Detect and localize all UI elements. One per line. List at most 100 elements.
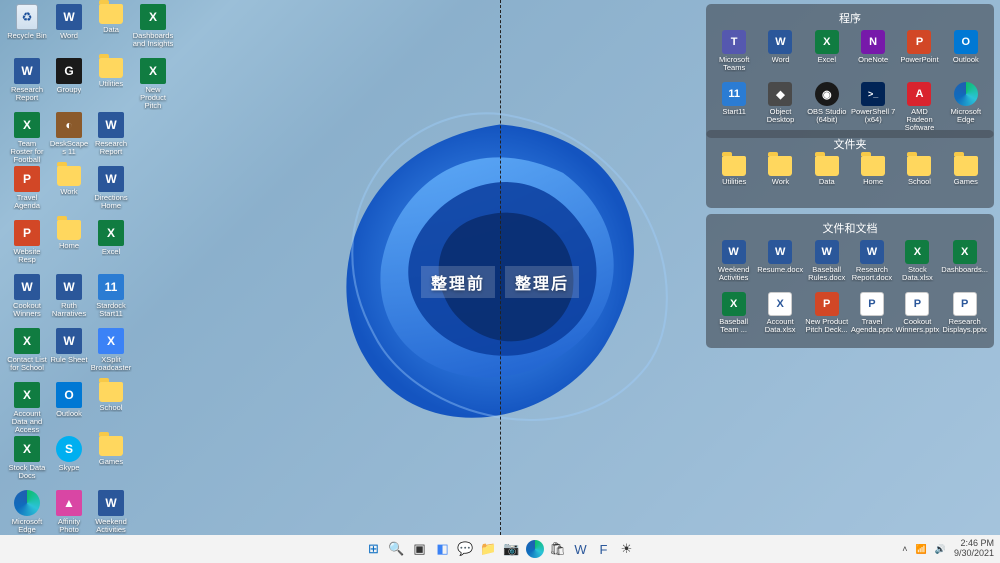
- desktop-icon[interactable]: Data: [90, 4, 132, 58]
- search-icon[interactable]: 🔍: [387, 539, 407, 559]
- desktop-icon[interactable]: ◐DeskScapes 11: [48, 112, 90, 166]
- fence-programs[interactable]: 程序 TMicrosoft TeamsWWordXExcelNOneNotePP…: [706, 4, 994, 138]
- desktop-icon[interactable]: PWebsite Resp: [6, 220, 48, 274]
- network-icon[interactable]: 📶: [916, 544, 927, 555]
- desktop-icon[interactable]: PTravel Agenda: [6, 166, 48, 220]
- fence-item[interactable]: >_PowerShell 7 (x64): [851, 82, 895, 132]
- fence-item[interactable]: PNew Product Pitch Deck...: [805, 292, 848, 342]
- fence-item[interactable]: Data: [805, 156, 849, 202]
- icon-label: Excel: [102, 248, 120, 256]
- volume-icon[interactable]: 🔊: [935, 544, 946, 555]
- desktop-icon[interactable]: WResearch Report: [90, 112, 132, 166]
- item-label: Utilities: [722, 178, 746, 186]
- fence-item[interactable]: TMicrosoft Teams: [712, 30, 756, 80]
- desktop-icon[interactable]: WCookout Winners: [6, 274, 48, 328]
- desktop-icon[interactable]: XAccount Data and Access: [6, 382, 48, 436]
- word-icon: W: [860, 240, 884, 264]
- desktop-icon[interactable]: SSkype: [48, 436, 90, 490]
- item-label: Data: [819, 178, 835, 186]
- explorer-icon[interactable]: 📁: [479, 539, 499, 559]
- fence-item[interactable]: 11Start11: [712, 82, 756, 132]
- desktop-icon[interactable]: Work: [48, 166, 90, 220]
- desktop-icon[interactable]: School: [90, 382, 132, 436]
- desktop-icon[interactable]: XStock Data Docs: [6, 436, 48, 490]
- obs-icon: ◉: [815, 82, 839, 106]
- clock[interactable]: 2:46 PM 9/30/2021: [954, 539, 994, 559]
- fence-item[interactable]: PCookout Winners.pptx: [896, 292, 940, 342]
- item-label: Travel Agenda.pptx: [850, 318, 893, 334]
- icon-label: School: [100, 404, 123, 412]
- fence-item[interactable]: PPowerPoint: [897, 30, 941, 80]
- desktop-icon[interactable]: XExcel: [90, 220, 132, 274]
- icon-label: Team Roster for Football: [6, 140, 48, 164]
- fence-folders[interactable]: 文件夹 UtilitiesWorkDataHomeSchoolGames: [706, 130, 994, 208]
- icon-label: Account Data and Access: [6, 410, 48, 434]
- system-tray[interactable]: ˄ 📶 🔊 2:46 PM 9/30/2021: [902, 539, 994, 559]
- fence-item[interactable]: WWord: [758, 30, 802, 80]
- fence-item[interactable]: XBaseball Team ...: [712, 292, 755, 342]
- desktop-icon[interactable]: Home: [48, 220, 90, 274]
- item-label: Microsoft Edge: [944, 108, 988, 124]
- desktop-icon[interactable]: GGroupy: [48, 58, 90, 112]
- desktop-icon[interactable]: XXSplit Broadcaster: [90, 328, 132, 382]
- item-label: Resume.docx: [757, 266, 803, 274]
- taskview-icon[interactable]: ▣: [410, 539, 430, 559]
- camera-icon[interactable]: 📷: [502, 539, 522, 559]
- fence-item[interactable]: AAMD Radeon Software: [897, 82, 941, 132]
- skype-icon: S: [56, 436, 82, 462]
- excel-icon: X: [14, 382, 40, 408]
- fence-item[interactable]: PResearch Displays.pptx: [941, 292, 988, 342]
- weather-icon[interactable]: ☀: [617, 539, 637, 559]
- fence-item[interactable]: XDashboards...: [941, 240, 988, 290]
- fence-item[interactable]: Work: [758, 156, 802, 202]
- fence-item[interactable]: WResearch Report.docx: [850, 240, 893, 290]
- desktop-icon[interactable]: Games: [90, 436, 132, 490]
- excel-icon: X: [140, 4, 166, 30]
- tray-chevron-icon[interactable]: ˄: [902, 544, 907, 554]
- word-icon[interactable]: W: [571, 539, 591, 559]
- desktop-icon[interactable]: XDashboards and Insights: [132, 4, 174, 58]
- start-icon[interactable]: ⊞: [364, 539, 384, 559]
- fence-item[interactable]: ◉OBS Studio (64bit): [805, 82, 849, 132]
- fence-item[interactable]: School: [897, 156, 941, 202]
- store-icon[interactable]: 🛍: [548, 539, 568, 559]
- desktop-icon[interactable]: WWord: [48, 4, 90, 58]
- folder-icon: [768, 156, 792, 176]
- fence-item[interactable]: WBaseball Rules.docx: [805, 240, 848, 290]
- item-label: Outlook: [953, 56, 979, 64]
- fence-item[interactable]: Games: [944, 156, 988, 202]
- desktop-icon[interactable]: WDirections Home: [90, 166, 132, 220]
- desktop-icon[interactable]: WResearch Report: [6, 58, 48, 112]
- fence-item[interactable]: Utilities: [712, 156, 756, 202]
- fence-item[interactable]: XAccount Data.xlsx: [757, 292, 803, 342]
- fence-item[interactable]: NOneNote: [851, 30, 895, 80]
- fence-item[interactable]: ◆Object Desktop: [758, 82, 802, 132]
- fence-item[interactable]: Home: [851, 156, 895, 202]
- fence-item[interactable]: WWeekend Activities: [712, 240, 755, 290]
- desktop-icon[interactable]: XNew Product Pitch: [132, 58, 174, 112]
- chat-icon[interactable]: 💬: [456, 539, 476, 559]
- desktop-icon[interactable]: WRuth Narratives: [48, 274, 90, 328]
- icon-label: Stock Data Docs: [6, 464, 48, 480]
- fence-item[interactable]: PTravel Agenda.pptx: [850, 292, 893, 342]
- fence-item[interactable]: XExcel: [805, 30, 849, 80]
- desktop-icon[interactable]: XContact List for School: [6, 328, 48, 382]
- desktop-icon[interactable]: Utilities: [90, 58, 132, 112]
- ppt-paper-icon: P: [905, 292, 929, 316]
- fence-docs[interactable]: 文件和文档 WWeekend ActivitiesWResume.docxWBa…: [706, 214, 994, 348]
- fences-icon[interactable]: F: [594, 539, 614, 559]
- widgets-icon[interactable]: ◧: [433, 539, 453, 559]
- desktop-icon[interactable]: OOutlook: [48, 382, 90, 436]
- fence-item[interactable]: WResume.docx: [757, 240, 803, 290]
- deskscapes-icon: ◐: [56, 112, 82, 138]
- desktop-icon[interactable]: XTeam Roster for Football: [6, 112, 48, 166]
- desktop-icon[interactable]: ♻Recycle Bin: [6, 4, 48, 58]
- excel-paper-icon: X: [768, 292, 792, 316]
- desktop-icon[interactable]: WRule Sheet: [48, 328, 90, 382]
- icon-label: New Product Pitch: [132, 86, 174, 110]
- fence-item[interactable]: Microsoft Edge: [944, 82, 988, 132]
- edge-icon[interactable]: [525, 539, 545, 559]
- fence-item[interactable]: OOutlook: [944, 30, 988, 80]
- fence-item[interactable]: XStock Data.xlsx: [896, 240, 940, 290]
- desktop-icon[interactable]: 11Stardock Start11: [90, 274, 132, 328]
